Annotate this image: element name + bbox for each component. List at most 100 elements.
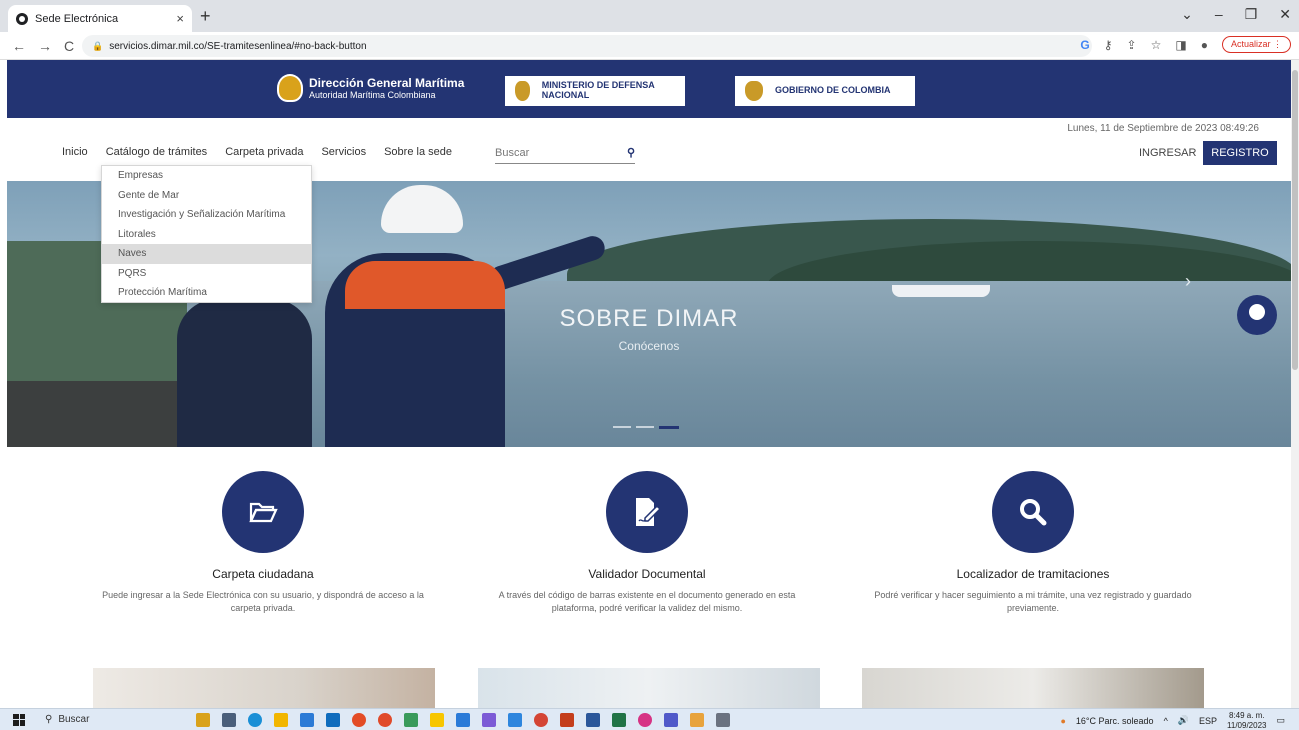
chrome-alt-icon[interactable] [378,713,392,727]
address-bar[interactable]: 🔒 servicios.dimar.mil.co/SE-tramitesenli… [82,35,1092,57]
feature-title[interactable]: Localizador de tramitaciones [868,567,1198,581]
feature-validador-documental[interactable]: Validador Documental A través del código… [482,471,812,615]
content-card-image[interactable] [93,668,435,710]
dropdown-item-gente-de-mar[interactable]: Gente de Mar [102,186,311,206]
update-button[interactable]: Actualizar ⋮ [1221,36,1291,53]
app-icon[interactable] [716,713,730,727]
window-controls: ⌄ – ❐ ✕ [1181,6,1291,23]
feature-title[interactable]: Carpeta ciudadana [98,567,428,581]
hero-subtitle[interactable]: Conócenos [7,339,1291,353]
folder-open-icon [249,502,278,523]
task-view-icon[interactable] [222,713,236,727]
app-icon[interactable] [482,713,496,727]
sidepanel-icon[interactable]: ◨ [1175,38,1186,52]
app-icon[interactable] [508,713,522,727]
carousel-indicators [613,426,679,429]
content-card-image[interactable] [862,668,1204,710]
dropdown-item-litorales[interactable]: Litorales [102,225,311,245]
tab-title: Sede Electrónica [35,12,119,25]
dropdown-item-pqrs[interactable]: PQRS [102,264,311,284]
browser-tab[interactable]: Sede Electrónica × [8,5,192,32]
minimize-button[interactable]: – [1215,6,1223,23]
search-icon[interactable]: ⚲ [627,146,635,159]
app-icon[interactable] [690,713,704,727]
windows-start-icon[interactable] [13,713,25,726]
feature-icon-circle[interactable] [222,471,304,553]
new-tab-button[interactable]: + [200,6,211,27]
volume-icon[interactable]: 🔊 [1178,715,1189,726]
teams-icon[interactable] [664,713,678,727]
forward-arrow-icon[interactable]: → [38,38,52,54]
language-indicator[interactable]: ESP [1199,716,1217,726]
menu-carpeta-privada[interactable]: Carpeta privada [225,146,303,158]
close-window-button[interactable]: ✕ [1279,6,1291,23]
scrollbar-thumb[interactable] [1292,70,1298,370]
menu-servicios[interactable]: Servicios [321,146,366,158]
mail-icon[interactable] [326,713,340,727]
dropdown-item-investigacion[interactable]: Investigación y Señalización Marítima [102,205,311,225]
ministry-logo[interactable]: MINISTERIO DE DEFENSA NACIONAL [505,76,685,106]
carousel-next-icon[interactable]: › [1185,271,1191,292]
powerpoint-icon[interactable] [560,713,574,727]
site-search: ⚲ [495,142,635,164]
key-icon[interactable]: ⚷ [1104,38,1113,52]
taskbar-search[interactable]: ⚲ Buscar [45,714,195,725]
dropdown-item-empresas[interactable]: Empresas [102,166,311,186]
login-link[interactable]: INGRESAR [1139,147,1196,159]
word-icon[interactable] [586,713,600,727]
google-icon[interactable]: G [1080,38,1089,52]
tab-search-icon[interactable]: ⌄ [1181,6,1193,23]
calendar-icon[interactable] [300,713,314,727]
notifications-icon[interactable]: ▭ [1276,715,1285,726]
app-icon[interactable] [456,713,470,727]
share-icon[interactable]: ⇪ [1127,38,1137,52]
url-text: servicios.dimar.mil.co/SE-tramitesenline… [109,40,367,52]
government-logo[interactable]: GOBIERNO DE COLOMBIA [735,76,915,106]
carousel-dot[interactable] [613,426,631,428]
excel-icon[interactable] [612,713,626,727]
taskbar-search-label: Buscar [58,714,90,725]
tray-chevron-icon[interactable]: ^ [1164,716,1168,726]
carousel-dot[interactable] [636,426,654,428]
government-name: GOBIERNO DE COLOMBIA [775,85,891,96]
app-icon[interactable] [404,713,418,727]
edge-icon[interactable] [248,713,262,727]
chrome-icon[interactable] [352,713,366,727]
chat-assistant-button[interactable] [1237,295,1277,335]
weather-icon[interactable]: ● [1060,716,1065,726]
file-explorer-icon[interactable] [274,713,288,727]
document-sign-icon [636,498,662,526]
dimar-logo[interactable]: Dirección General Marítima Autoridad Mar… [277,74,464,102]
restore-button[interactable]: ❐ [1245,6,1258,23]
chrome-icon[interactable] [534,713,548,727]
content-card-image[interactable] [478,668,820,710]
dropdown-item-naves[interactable]: Naves [102,244,311,264]
colombia-crest-icon [515,81,530,101]
menu-sobre-la-sede[interactable]: Sobre la sede [384,146,452,158]
reload-icon[interactable]: C [64,38,74,54]
sticky-notes-icon[interactable] [430,713,444,727]
feature-title[interactable]: Validador Documental [482,567,812,581]
profile-icon[interactable]: ● [1201,38,1208,52]
feature-icon-circle[interactable] [606,471,688,553]
close-tab-icon[interactable]: × [176,11,184,26]
taskbar-clock[interactable]: 8:49 a. m. 11/09/2023 [1227,711,1266,730]
search-input[interactable] [495,146,605,159]
feature-localizador-tramitaciones[interactable]: Localizador de tramitaciones Podré verif… [868,471,1198,615]
user-support-icon [1249,304,1265,320]
app-icon[interactable] [638,713,652,727]
menu-inicio[interactable]: Inicio [62,146,88,158]
weather-text[interactable]: 16°C Parc. soleado [1076,716,1154,726]
bookmark-star-icon[interactable]: ☆ [1151,38,1162,52]
carousel-dot-active[interactable] [659,426,679,429]
register-button[interactable]: REGISTRO [1203,141,1277,165]
hero-ship [892,285,990,297]
dropdown-item-proteccion-maritima[interactable]: Protección Marítima [102,283,311,303]
briefcase-app-icon[interactable] [196,713,210,727]
feature-icon-circle[interactable] [992,471,1074,553]
system-tray: ● 16°C Parc. soleado ^ 🔊 ESP 8:49 a. m. … [1060,711,1285,730]
back-arrow-icon[interactable]: ← [12,38,26,54]
menu-catalogo-tramites[interactable]: Catálogo de trámites [106,146,208,158]
feature-carpeta-ciudadana[interactable]: Carpeta ciudadana Puede ingresar a la Se… [98,471,428,615]
clock-time: 8:49 a. m. [1228,711,1265,720]
